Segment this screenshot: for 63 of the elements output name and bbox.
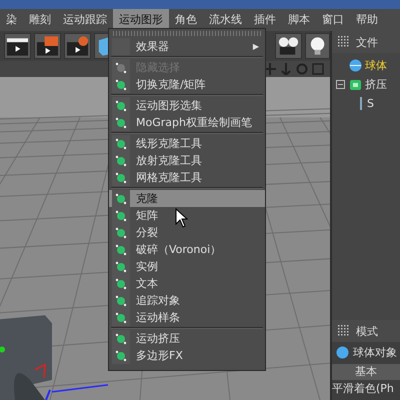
mograph-icon <box>115 62 127 74</box>
grip-icon[interactable] <box>338 325 350 337</box>
menu-item[interactable]: 切换克隆/矩阵 <box>109 76 265 93</box>
mograph-icon <box>115 210 127 222</box>
menu-item[interactable]: 破碎（Voronoi） <box>109 241 265 258</box>
menu-item[interactable]: 分裂 <box>109 224 265 241</box>
sphere-icon <box>349 59 362 72</box>
menu-item[interactable]: 放射克隆工具 <box>109 152 265 169</box>
mograph-icon <box>115 244 127 256</box>
collapse-icon[interactable] <box>336 80 345 89</box>
object-type-label: 球体对象 <box>353 344 397 360</box>
menu-item[interactable]: 多边形FX <box>109 347 265 364</box>
mograph-icon <box>115 278 127 290</box>
menu-item[interactable]: 克隆 <box>109 190 265 207</box>
mograph-icon <box>115 100 127 112</box>
menu-bar-item[interactable]: 运动跟踪 <box>57 9 113 31</box>
basic-tab[interactable]: 基本 <box>332 364 400 380</box>
menu-bar-item[interactable]: 角色 <box>169 9 203 31</box>
clapper-icon[interactable] <box>4 33 31 59</box>
menu-bar-item[interactable]: 脚本 <box>282 9 316 31</box>
property-label: 平滑着色(Ph <box>332 381 395 396</box>
menu-item[interactable]: 运动样条 <box>109 309 265 326</box>
sphere-icon <box>336 346 349 358</box>
mograph-icon <box>115 172 127 184</box>
mograph-icon <box>115 192 127 204</box>
mograph-icon <box>115 294 127 306</box>
menu-item[interactable]: 追踪对象 <box>109 292 265 309</box>
mograph-icon <box>115 116 127 128</box>
menu-item[interactable]: 线形克隆工具 <box>109 135 265 152</box>
menu-item[interactable]: 文本 <box>109 275 265 292</box>
axis-line <box>52 384 108 393</box>
menu-bar-item[interactable]: 雕刻 <box>23 9 57 31</box>
menu-item[interactable]: MoGraph权重绘制画笔 <box>109 114 265 131</box>
menu-item[interactable]: 运动挤压 <box>109 330 265 347</box>
mograph-icon <box>115 138 127 150</box>
mograph-icon <box>115 154 127 166</box>
menu-bar-item[interactable]: 染 <box>0 9 23 31</box>
menu-bar-item[interactable]: 流水线 <box>203 9 248 31</box>
menu-item[interactable]: 运动图形选集 <box>109 97 265 114</box>
mograph-icon <box>115 78 127 90</box>
spline-icon <box>358 97 364 110</box>
menu-bar-item[interactable]: 插件 <box>248 9 282 31</box>
menu-item[interactable]: 效果器 ▶ <box>109 38 265 55</box>
mode-menu[interactable]: 模式 <box>356 324 378 338</box>
menu-item[interactable]: 实例 <box>109 258 265 275</box>
mouse-cursor-icon <box>175 208 189 228</box>
file-menu[interactable]: 文件 <box>356 34 378 50</box>
mograph-icon <box>115 260 127 272</box>
mograph-icon <box>115 332 127 344</box>
menu-item[interactable]: 网格克隆工具 <box>109 169 265 186</box>
mograph-icon <box>115 350 127 362</box>
extrude-icon <box>349 78 362 91</box>
object-label[interactable]: S <box>367 97 374 110</box>
menu-bar-item[interactable]: 窗口 <box>316 9 350 31</box>
mograph-icon <box>115 226 127 238</box>
menu-bar-item[interactable]: 帮助 <box>350 9 384 31</box>
object-label[interactable]: 球体 <box>365 58 387 73</box>
mograph-icon <box>115 312 127 324</box>
object-label[interactable]: 挤压 <box>365 77 387 92</box>
menu-item[interactable]: 矩阵 <box>109 207 265 224</box>
grip-icon[interactable] <box>338 36 350 48</box>
light-bulb-icon[interactable] <box>304 33 330 59</box>
camera-icon[interactable] <box>274 33 302 59</box>
